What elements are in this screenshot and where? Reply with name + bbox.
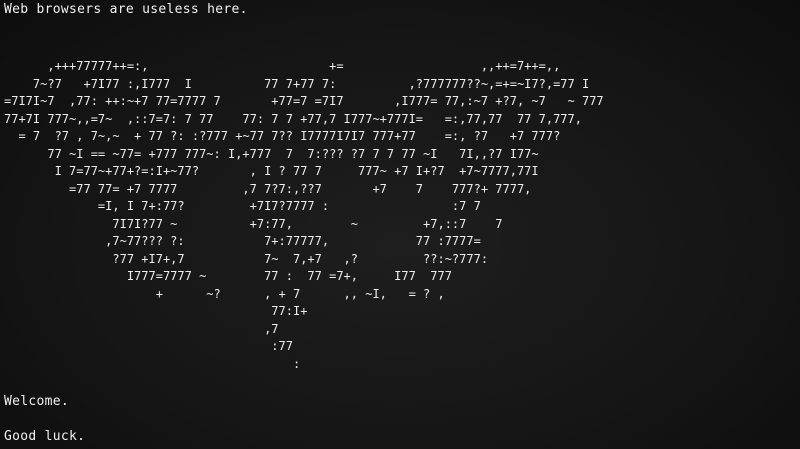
ascii-art-line: ?77 +I7+,7 7~ 7,+7 ,? ??:~?777: xyxy=(4,251,489,266)
ascii-art-line: : xyxy=(4,356,301,371)
ascii-art-line: I777=7777 ~ 77 : 77 =7+, I77 777 xyxy=(4,269,452,283)
ascii-art-line: + ~? , + 7 ,, ~I, = ? , xyxy=(4,286,445,301)
terminal-window: Web browsers are useless here. ,+++77777… xyxy=(0,0,800,449)
header-message: Web browsers are useless here. xyxy=(4,2,248,17)
goodluck-message: Good luck. xyxy=(4,429,86,444)
ascii-art-logo: ,+++77777++=:, += ,,++=7++=,, 7~?7 +7I77… xyxy=(4,58,604,373)
ascii-art-line: =I, I 7+:77? +7I7?7777 : :7 7 xyxy=(4,199,481,213)
welcome-message: Welcome. xyxy=(4,394,70,409)
ascii-art-line: ,+++77777++=:, += ,,++=7++=,, xyxy=(4,59,561,73)
ascii-art-line: =7I7I~7 ,77: ++:~+7 77=7777 7 +77=7 =7I7… xyxy=(4,94,604,108)
ascii-art-line: 7I7I?77 ~ +7:77, ~ +7,::7 7 xyxy=(4,216,503,231)
ascii-art-line: ,7~77??? ?: 7+:77777, 77 :7777= xyxy=(4,234,481,248)
ascii-art-line: 77+7I 777~,,=7~ ,::7=7: 7 77 77: 7 7 +77… xyxy=(4,111,582,126)
ascii-art-line: = 7 ?7 , 7~,~ + 77 ?: :?777 +~77 7?? I77… xyxy=(4,129,561,143)
ascii-art-line: :77 xyxy=(4,339,293,353)
ascii-art-line: ,7 xyxy=(4,321,279,336)
ascii-art-line: I 7=77~+77+?=:I+~77? , I ? 77 7 777~ +7 … xyxy=(4,164,539,178)
ascii-art-line: 7~?7 +7I77 :,I777 I 77 7+77 7: ,?777777?… xyxy=(4,76,590,91)
ascii-art-line: 77 ~I == ~77= +777 777~: I,+777 7 7:??? … xyxy=(4,146,539,161)
ascii-art-line: 77:I+ xyxy=(4,304,308,318)
ascii-art-line: =77 77= +7 7777 ,7 7?7:,??7 +7 7 777?+ 7… xyxy=(4,181,532,196)
